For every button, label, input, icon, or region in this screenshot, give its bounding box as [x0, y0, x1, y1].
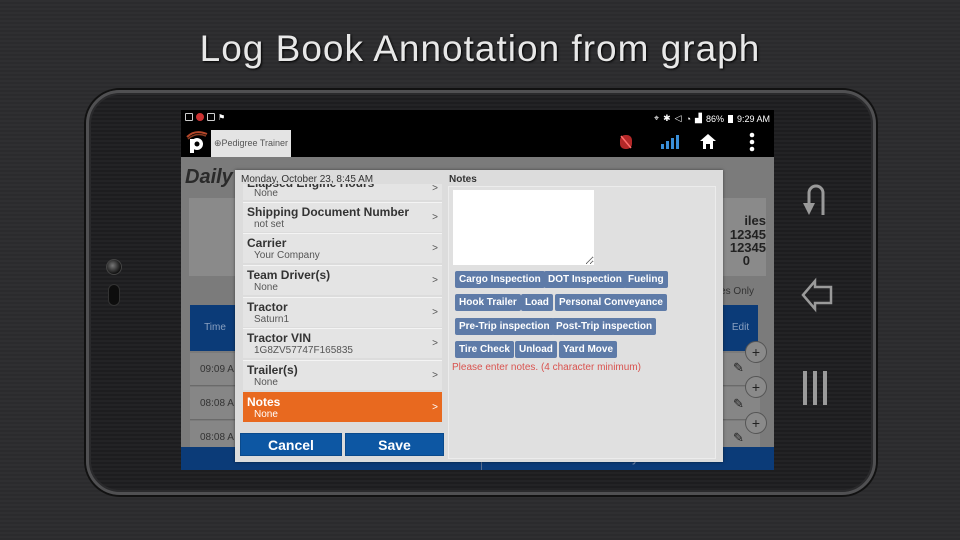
chip-cargo-inspection[interactable]: Cargo Inspection	[455, 271, 545, 288]
field-elapsed-engine-hours[interactable]: Elapsed Engine Hours None >	[243, 184, 442, 200]
field-label: Trailer(s)	[247, 363, 298, 378]
chip-unload[interactable]: Unload	[515, 341, 557, 358]
chevron-right-icon: >	[432, 211, 438, 223]
field-label: Notes	[247, 394, 281, 409]
chevron-right-icon: >	[432, 184, 438, 194]
field-value: None	[254, 282, 278, 294]
field-notes[interactable]: Notes None >	[243, 391, 442, 422]
chevron-right-icon: >	[432, 370, 438, 382]
clock: 9:29 AM	[736, 113, 770, 124]
field-tractor[interactable]: Tractor Saturn1 >	[243, 296, 442, 327]
battery-percent: 86%	[705, 113, 724, 124]
field-carrier[interactable]: Carrier Your Company >	[243, 233, 442, 264]
miles-value-3: 0	[742, 253, 750, 268]
chevron-right-icon: >	[432, 338, 438, 350]
dialog-date: Monday, October 23, 8:45 AM	[241, 174, 374, 185]
edit-pencil-icon[interactable]: ✎	[733, 396, 744, 412]
home-icon[interactable]	[700, 134, 716, 149]
page-title: Daily	[185, 166, 233, 188]
filter-label: es Only	[720, 286, 754, 297]
chip-post-trip-inspection[interactable]: Post-Trip inspection	[552, 318, 657, 335]
field-value: Saturn1	[254, 313, 290, 325]
bluetooth-off-icon[interactable]	[619, 134, 633, 150]
back-arrow-key-icon[interactable]	[801, 277, 833, 313]
sensor-icon	[108, 284, 120, 306]
edit-pencil-icon[interactable]: ✎	[733, 430, 744, 446]
chip-tire-check[interactable]: Tire Check	[455, 341, 514, 358]
cancel-button[interactable]: Cancel	[240, 433, 342, 456]
wifi-icon: ◔	[685, 113, 692, 124]
field-trailers[interactable]: Trailer(s) None >	[243, 360, 442, 391]
miles-label: iles	[744, 213, 766, 228]
app-bar: ⊕Pedigree Trainer	[181, 127, 774, 157]
chip-hook-trailer[interactable]: Hook Trailer	[455, 294, 521, 311]
edit-pencil-icon[interactable]: ✎	[733, 360, 744, 376]
field-value: None	[254, 188, 278, 199]
add-event-button[interactable]: +	[745, 376, 767, 398]
chip-dot-inspection[interactable]: DOT Inspection	[544, 271, 626, 288]
chip-personal-conveyance[interactable]: Personal Conveyance	[555, 294, 667, 311]
battery-icon	[727, 114, 733, 123]
notification-icon	[196, 113, 204, 121]
field-tractor-vin[interactable]: Tractor VIN 1G8ZV57747F165835 >	[243, 328, 442, 359]
field-value: 1G8ZV57747F165835	[254, 345, 353, 357]
pedigree-logo-icon[interactable]	[185, 129, 209, 155]
field-shipping-document-number[interactable]: Shipping Document Number not set >	[243, 201, 442, 232]
save-button[interactable]: Save	[345, 433, 444, 456]
chevron-right-icon: >	[432, 243, 438, 255]
field-label: Tractor VIN	[247, 331, 312, 346]
log-annotation-dialog: Monday, October 23, 8:45 AM Elapsed Engi…	[235, 170, 723, 462]
location-icon: ⌖	[654, 113, 660, 123]
chip-load[interactable]: Load	[521, 294, 553, 311]
notes-input[interactable]	[453, 190, 594, 265]
field-value: None	[254, 377, 278, 389]
field-label: Shipping Document Number	[247, 204, 409, 219]
chip-pre-trip-inspection[interactable]: Pre-Trip inspection	[455, 318, 554, 335]
camera-icon	[106, 259, 122, 275]
field-label: Tractor	[247, 299, 288, 314]
overflow-menu-icon[interactable]	[749, 132, 755, 152]
notes-error-message: Please enter notes. (4 character minimum…	[452, 362, 641, 373]
status-bar: ⚑ ⌖ ✱ ◁ ◔ ▟ 86% 9:29 AM	[181, 110, 774, 127]
chip-yard-move[interactable]: Yard Move	[559, 341, 618, 358]
signal-strength-icon[interactable]	[661, 135, 681, 149]
flag-icon: ⚑	[218, 113, 226, 122]
field-value: Your Company	[254, 250, 320, 262]
field-label: Team Driver(s)	[247, 268, 331, 283]
add-event-button[interactable]: +	[745, 341, 767, 363]
tab-pedigree-trainer[interactable]: ⊕Pedigree Trainer	[211, 130, 291, 157]
field-value: not set	[254, 218, 285, 230]
field-list[interactable]: Elapsed Engine Hours None > Shipping Doc…	[243, 184, 442, 428]
add-event-button[interactable]: +	[745, 412, 767, 434]
chevron-right-icon: >	[432, 275, 438, 287]
slide-title: Log Book Annotation from graph	[199, 28, 761, 69]
chevron-right-icon: >	[432, 306, 438, 318]
signal-icon: ▟	[695, 113, 702, 123]
field-team-drivers[interactable]: Team Driver(s) None >	[243, 265, 442, 296]
window-icon	[207, 113, 215, 121]
gallery-icon	[185, 113, 193, 121]
field-value: None	[254, 408, 278, 420]
chevron-right-icon: >	[432, 401, 438, 413]
table-header-time: Time	[190, 305, 240, 351]
notes-title: Notes	[449, 174, 477, 185]
mute-icon: ◁	[674, 113, 682, 123]
back-undo-key-icon[interactable]	[801, 181, 829, 221]
field-label: Carrier	[247, 236, 287, 251]
recent-apps-key-icon[interactable]	[801, 369, 829, 407]
chip-fueling[interactable]: Fueling	[624, 271, 668, 288]
notes-panel: Cargo Inspection DOT Inspection Fueling …	[448, 186, 716, 459]
bluetooth-icon: ✱	[663, 113, 671, 123]
